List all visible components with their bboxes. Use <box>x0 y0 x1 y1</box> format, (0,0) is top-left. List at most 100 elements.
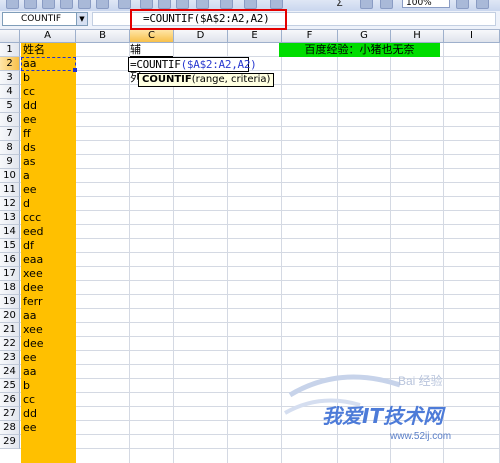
redo-icon[interactable] <box>244 0 257 9</box>
cell-a[interactable]: aa <box>22 309 36 323</box>
help-icon[interactable] <box>456 0 469 9</box>
more-icon[interactable] <box>476 0 489 9</box>
cell-a[interactable]: a <box>22 169 30 183</box>
select-all-corner[interactable] <box>0 30 20 43</box>
undo-icon[interactable] <box>220 0 233 9</box>
column-header-f[interactable]: F <box>282 30 338 43</box>
cell-a[interactable]: eed <box>22 225 44 239</box>
cell-a[interactable]: dd <box>22 407 37 421</box>
formula-input[interactable]: =COUNTIF($A$2:A2,A2) <box>143 12 270 26</box>
row-header[interactable]: 17 <box>0 267 20 281</box>
row-header[interactable]: 19 <box>0 295 20 309</box>
cell-a[interactable]: as <box>22 155 35 169</box>
row-header[interactable]: 1 <box>0 43 20 57</box>
save-icon[interactable] <box>42 0 55 9</box>
sort-asc-icon[interactable] <box>360 0 373 9</box>
row-header[interactable]: 7 <box>0 127 20 141</box>
row-header[interactable]: 15 <box>0 239 20 253</box>
cell-a[interactable]: d <box>22 197 30 211</box>
name-box-dropdown-icon[interactable]: ▼ <box>76 12 88 26</box>
function-tooltip[interactable]: COUNTIF(range, criteria) <box>138 73 275 87</box>
row-header[interactable]: 25 <box>0 379 20 393</box>
row-header[interactable]: 14 <box>0 225 20 239</box>
cell-a1-header[interactable]: 姓名 <box>22 43 45 57</box>
cell-a[interactable]: b <box>22 379 30 393</box>
row-header[interactable]: 8 <box>0 141 20 155</box>
gridline-horizontal <box>20 252 500 253</box>
cell-a[interactable]: aa <box>22 365 36 379</box>
column-header-c[interactable]: C <box>130 30 174 43</box>
column-header-g[interactable]: G <box>338 30 391 43</box>
copy-icon[interactable] <box>158 0 171 9</box>
row-header[interactable]: 24 <box>0 365 20 379</box>
hyperlink-icon[interactable] <box>270 0 283 9</box>
row-header[interactable]: 26 <box>0 393 20 407</box>
gridline-horizontal <box>20 378 500 379</box>
column-header-a[interactable]: A <box>20 30 76 43</box>
cell-a[interactable]: xee <box>22 323 43 337</box>
row-header[interactable]: 18 <box>0 281 20 295</box>
cell-a[interactable]: cc <box>22 85 35 99</box>
row-header[interactable]: 27 <box>0 407 20 421</box>
row-header[interactable]: 10 <box>0 169 20 183</box>
row-header[interactable]: 6 <box>0 113 20 127</box>
gridline-horizontal <box>20 350 500 351</box>
print-icon[interactable] <box>60 0 73 9</box>
column-header-b[interactable]: B <box>76 30 130 43</box>
row-header[interactable]: 16 <box>0 253 20 267</box>
row-header[interactable]: 13 <box>0 211 20 225</box>
column-header-d[interactable]: D <box>174 30 228 43</box>
cell-a[interactable]: ee <box>22 113 37 127</box>
chart-icon[interactable] <box>380 0 393 9</box>
cell-a[interactable]: ee <box>22 351 37 365</box>
column-header-e[interactable]: E <box>228 30 282 43</box>
row-header[interactable]: 3 <box>0 71 20 85</box>
cell-a[interactable]: ds <box>22 141 36 155</box>
open-icon[interactable] <box>24 0 37 9</box>
column-header-i[interactable]: I <box>444 30 500 43</box>
new-icon[interactable] <box>6 0 19 9</box>
row-header[interactable]: 29 <box>0 435 20 449</box>
row-header[interactable]: 28 <box>0 421 20 435</box>
row-header[interactable]: 9 <box>0 155 20 169</box>
row-header[interactable]: 21 <box>0 323 20 337</box>
row-header[interactable]: 23 <box>0 351 20 365</box>
cell-a[interactable]: dee <box>22 281 44 295</box>
paste-icon[interactable] <box>176 0 189 9</box>
cell-a[interactable]: ff <box>22 127 31 141</box>
row-header[interactable]: 5 <box>0 99 20 113</box>
cell-a[interactable]: ccc <box>22 211 41 225</box>
autosum-icon[interactable]: Σ <box>336 0 343 9</box>
cell-c2-editor[interactable]: =COUNTIF($A$2:A2,A2) <box>128 57 257 72</box>
cell-f1-note[interactable]: 百度经验：小猪也无奈 <box>279 43 440 57</box>
gridline-horizontal <box>20 98 500 99</box>
row-header[interactable]: 11 <box>0 183 20 197</box>
zoom-select[interactable]: 100% <box>402 0 450 8</box>
cell-a[interactable]: ee <box>22 183 37 197</box>
column-header-h[interactable]: H <box>391 30 444 43</box>
gridline-vertical <box>443 43 444 463</box>
cell-a[interactable]: b <box>22 71 30 85</box>
cell-a[interactable]: dd <box>22 99 37 113</box>
cell-a[interactable]: ferr <box>22 295 43 309</box>
cell-a[interactable]: cc <box>22 393 35 407</box>
row-header[interactable]: 22 <box>0 337 20 351</box>
tooltip-args: (range, criteria) <box>191 74 271 85</box>
row-header[interactable]: 2 <box>0 57 20 71</box>
cut-icon[interactable] <box>140 0 153 9</box>
cell-a[interactable]: df <box>22 239 34 253</box>
fill-handle[interactable] <box>73 68 77 72</box>
cell-a[interactable]: eaa <box>22 253 43 267</box>
cell-a[interactable]: ee <box>22 421 37 435</box>
cell-a[interactable]: xee <box>22 267 43 281</box>
cell-a[interactable]: dee <box>22 337 44 351</box>
tooltip-func[interactable]: COUNTIF <box>142 74 192 85</box>
spell-icon[interactable] <box>96 0 109 9</box>
preview-icon[interactable] <box>78 0 91 9</box>
row-header[interactable]: 12 <box>0 197 20 211</box>
format-painter-icon[interactable] <box>196 0 209 9</box>
row-header[interactable]: 20 <box>0 309 20 323</box>
gridline-horizontal <box>20 154 500 155</box>
row-header[interactable]: 4 <box>0 85 20 99</box>
research-icon[interactable] <box>118 0 131 9</box>
